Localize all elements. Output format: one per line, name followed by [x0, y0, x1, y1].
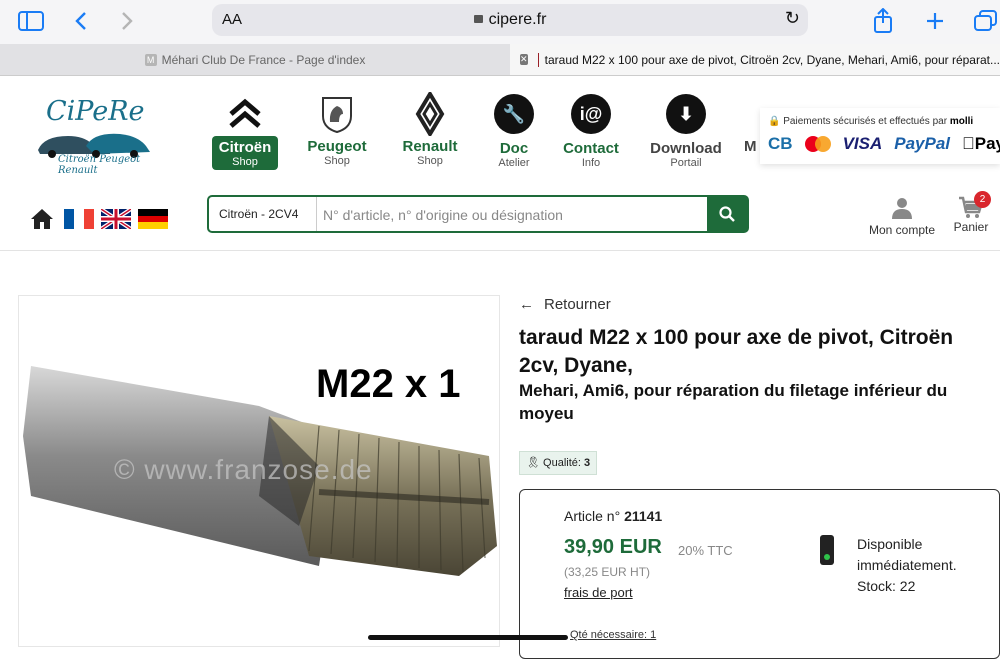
- search-bar: Citroën - 2CV4: [207, 195, 749, 233]
- home-indicator[interactable]: [368, 635, 568, 640]
- nav-sublabel: Atelier: [498, 157, 530, 169]
- arrow-left-icon: ←: [519, 296, 534, 313]
- peugeot-lion-icon: [315, 92, 359, 136]
- nav-contact[interactable]: i@ Contact Info: [560, 92, 622, 169]
- nav-sublabel: Info: [581, 157, 601, 169]
- apple-pay-logo: Pay: [962, 134, 1000, 153]
- nav-sublabel: Portail: [670, 157, 702, 169]
- nav-label: Renault: [402, 138, 458, 155]
- download-icon: ⬇: [664, 92, 708, 138]
- nav-label: Download: [650, 140, 722, 157]
- tab-title: Méhari Club De France - Page d'index: [161, 52, 366, 67]
- header-divider: [0, 250, 1000, 251]
- nav-sublabel: Shop: [232, 156, 258, 168]
- article-number: Article n° 21141: [564, 508, 662, 524]
- shipping-link[interactable]: frais de port: [564, 585, 633, 600]
- cipere-favicon-icon: [537, 52, 539, 67]
- quality-label: Qualité:: [543, 457, 581, 469]
- back-link[interactable]: ← Retourner: [519, 296, 611, 313]
- lock-icon: [473, 15, 483, 23]
- price-ht: (33,25 EUR HT): [564, 565, 651, 579]
- nav-label: Contact: [563, 140, 619, 157]
- nav-peugeot[interactable]: Peugeot Shop: [302, 92, 372, 167]
- nav-label: Doc: [499, 140, 529, 157]
- product-title: taraud M22 x 100 pour axe de pivot, Citr…: [519, 326, 954, 377]
- availability-text: Disponible immédiatement.: [857, 536, 957, 573]
- browser-toolbar: AA cipere.fr ↻: [0, 0, 1000, 44]
- availability: Disponible immédiatement. Stock: 22: [857, 534, 987, 597]
- close-tab-icon[interactable]: ✕: [520, 54, 528, 65]
- article-value: 21141: [624, 508, 663, 524]
- price: 39,90 EUR: [564, 536, 662, 558]
- mastercard-icon: [804, 136, 831, 152]
- search-icon: [719, 206, 735, 222]
- back-label: Retourner: [544, 296, 611, 313]
- home-icon[interactable]: [30, 208, 54, 236]
- flag-germany-icon[interactable]: [138, 209, 168, 229]
- site-logo[interactable]: CiPeRe Citroën Peugeot Renault: [30, 96, 160, 176]
- quantity-needed: Qté nécessaire: 1: [570, 629, 657, 641]
- product-subtitle: Mehari, Ami6, pour réparation du filetag…: [519, 381, 948, 423]
- lock-icon: 🔒: [768, 116, 781, 127]
- payment-banner: 🔒 Paiements sécurisés et effectués par m…: [760, 108, 1000, 164]
- nav-citroen[interactable]: Citroën Shop: [212, 92, 278, 170]
- citroen-chevron-icon: [223, 92, 267, 136]
- nav-renault[interactable]: Renault Shop: [396, 90, 464, 167]
- search-input[interactable]: [321, 201, 705, 229]
- stock-traffic-light-icon: [820, 535, 834, 565]
- reload-icon[interactable]: ↻: [785, 8, 800, 29]
- nav-sublabel: Shop: [324, 155, 350, 167]
- account-button[interactable]: Mon compte: [862, 196, 942, 237]
- tabs-overview-icon[interactable]: [974, 8, 998, 34]
- url-text: cipere.fr: [488, 11, 547, 28]
- user-icon: [892, 198, 912, 219]
- cart-button[interactable]: 2 Panier: [948, 191, 994, 234]
- renault-diamond-icon: [408, 90, 452, 138]
- tab-active-product[interactable]: ✕ taraud M22 x 100 pour axe de pivot, Ci…: [510, 44, 1000, 75]
- nav-download[interactable]: ⬇ Download Portail: [648, 92, 724, 169]
- tax-label: 20% TTC: [678, 543, 733, 558]
- article-label: Article n°: [564, 508, 621, 524]
- flag-uk-icon[interactable]: [99, 207, 133, 231]
- ribbon-icon: 🎗: [526, 457, 540, 469]
- quality-badge: 🎗 Qualité: 3: [519, 451, 598, 475]
- nav-sublabel: Shop: [417, 155, 443, 167]
- logo-subtitle: Citroën Peugeot Renault: [58, 154, 141, 176]
- account-label: Mon compte: [868, 223, 936, 237]
- tab-favicon: M: [144, 53, 157, 66]
- cart-count-badge: 2: [974, 191, 991, 208]
- info-icon: i@: [569, 92, 613, 138]
- share-icon[interactable]: [872, 8, 894, 34]
- product-image[interactable]: M22 x 1 © www.franzose.de: [18, 295, 500, 647]
- payment-brand: molli: [949, 116, 974, 127]
- nav-label: Peugeot: [307, 138, 367, 155]
- payment-text: Paiements sécurisés et effectués par: [783, 116, 948, 127]
- quality-value: 3: [584, 457, 591, 469]
- nav-doc[interactable]: 🔧 Doc Atelier: [488, 92, 540, 169]
- nav-label: Citroën: [218, 139, 272, 156]
- stock-text: Stock: 22: [857, 578, 916, 594]
- logo-text: CiPeRe: [46, 96, 145, 127]
- search-button[interactable]: [707, 197, 747, 231]
- visa-logo: VISA: [842, 134, 883, 153]
- citroen-label-box: Citroën Shop: [212, 136, 278, 170]
- back-icon[interactable]: [74, 8, 88, 34]
- forward-icon[interactable]: [120, 8, 134, 34]
- new-tab-icon[interactable]: [924, 8, 946, 34]
- image-caption: M22 x 1: [316, 362, 461, 406]
- sidebar-icon[interactable]: [18, 8, 44, 34]
- cart-label: Panier: [953, 220, 989, 234]
- purchase-box: Article n° 21141 39,90 EUR 20% TTC (33,2…: [519, 489, 1000, 659]
- tab-bar: M Méhari Club De France - Page d'index ✕…: [0, 44, 1000, 76]
- paypal-logo: PayPal: [894, 134, 951, 153]
- tab-title: taraud M22 x 100 pour axe de pivot, Citr…: [544, 52, 1000, 67]
- tab-mehari-club[interactable]: M Méhari Club De France - Page d'index: [0, 44, 510, 75]
- cb-logo: CB: [768, 134, 793, 153]
- address-bar[interactable]: AA cipere.fr ↻: [212, 4, 808, 36]
- flag-france-icon[interactable]: [64, 209, 94, 229]
- image-watermark: © www.franzose.de: [114, 454, 373, 485]
- vehicle-category-select[interactable]: Citroën - 2CV4: [209, 197, 317, 231]
- wrench-icon: 🔧: [492, 92, 536, 138]
